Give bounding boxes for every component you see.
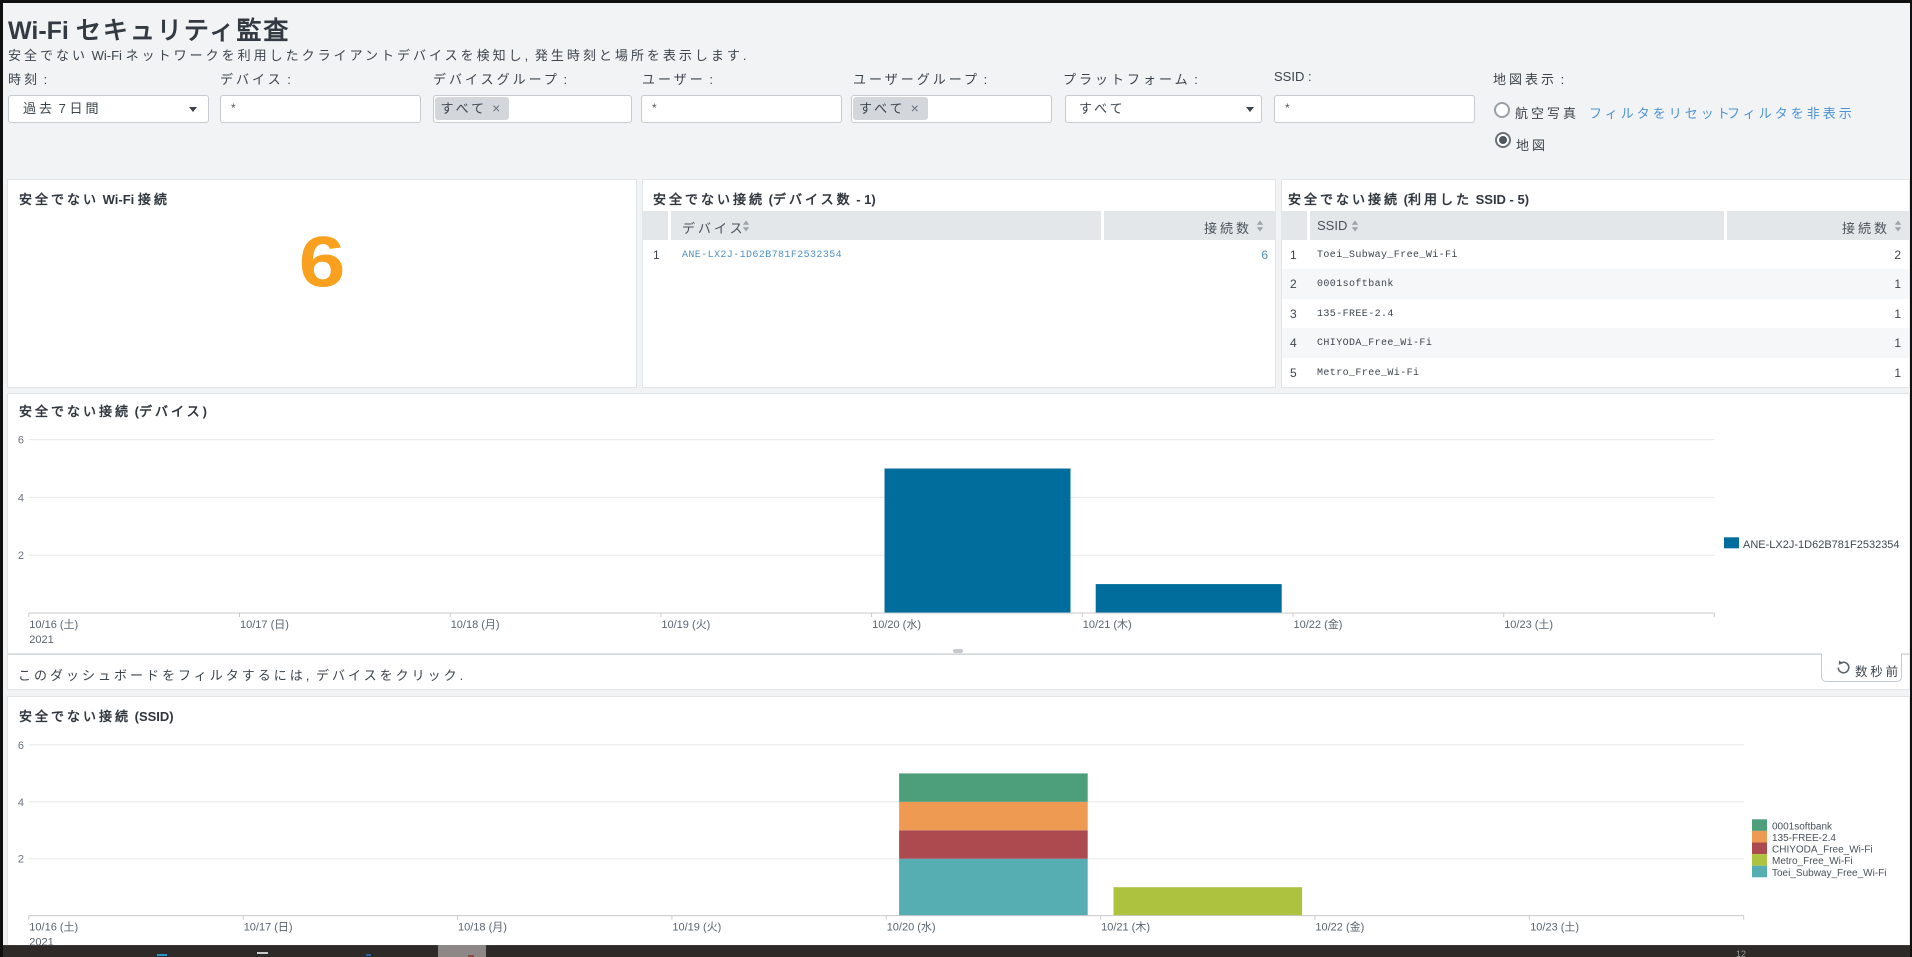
svg-text:10/21 (木): 10/21 (木) [1101, 921, 1150, 934]
svg-text:10/23 (土): 10/23 (土) [1530, 921, 1579, 934]
svg-text:2021: 2021 [29, 634, 53, 646]
svg-text:CHIYODA_Free_Wi-Fi: CHIYODA_Free_Wi-Fi [1772, 845, 1873, 856]
svg-text:4: 4 [18, 797, 24, 809]
svg-text:0001softbank: 0001softbank [1772, 821, 1833, 832]
svg-text:2: 2 [18, 550, 24, 562]
svg-text:ANE-LX2J-1D62B781F2532354: ANE-LX2J-1D62B781F2532354 [1743, 539, 1900, 551]
svg-text:10/18 (月): 10/18 (月) [451, 619, 500, 631]
svg-text:10/17 (日): 10/17 (日) [244, 922, 293, 934]
svg-text:10/23 (土): 10/23 (土) [1504, 618, 1553, 631]
svg-text:10/20 (水): 10/20 (水) [872, 618, 921, 631]
svg-text:10/19 (火): 10/19 (火) [672, 922, 721, 934]
svg-text:6: 6 [18, 740, 24, 752]
svg-text:Metro_Free_Wi-Fi: Metro_Free_Wi-Fi [1772, 856, 1853, 867]
svg-text:10/22 (金): 10/22 (金) [1294, 617, 1343, 631]
svg-text:135-FREE-2.4: 135-FREE-2.4 [1772, 833, 1836, 844]
svg-text:10/16 (土): 10/16 (土) [29, 921, 78, 934]
svg-text:10/21 (木): 10/21 (木) [1083, 618, 1132, 631]
svg-text:6: 6 [18, 435, 24, 447]
svg-text:2: 2 [18, 854, 24, 866]
svg-text:10/20 (水): 10/20 (水) [887, 921, 936, 934]
svg-text:10/16 (土): 10/16 (土) [29, 618, 78, 631]
svg-text:10/17 (日): 10/17 (日) [240, 619, 289, 631]
svg-text:4: 4 [18, 492, 24, 504]
svg-text:10/18 (月): 10/18 (月) [458, 922, 507, 934]
svg-text:Toei_Subway_Free_Wi-Fi: Toei_Subway_Free_Wi-Fi [1772, 868, 1887, 879]
svg-text:10/22 (金): 10/22 (金) [1315, 920, 1364, 934]
svg-text:10/19 (火): 10/19 (火) [661, 619, 710, 631]
